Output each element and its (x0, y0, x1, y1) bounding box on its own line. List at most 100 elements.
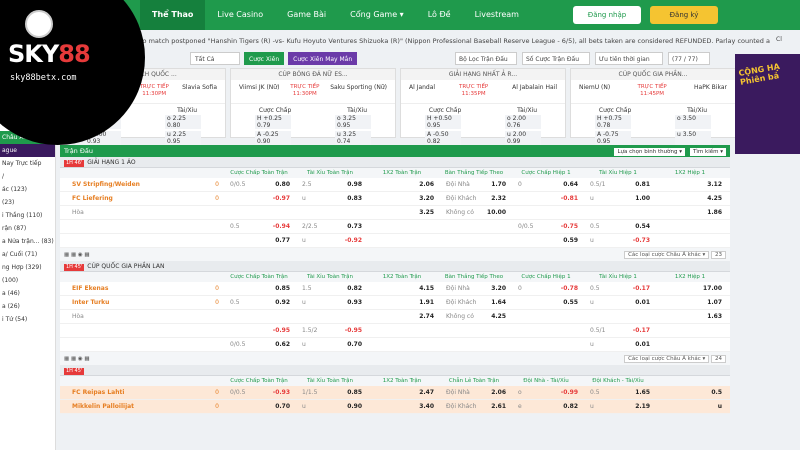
team-name[interactable]: FC Liefering (60, 195, 210, 202)
odds-value[interactable]: 4.25 (707, 195, 722, 202)
more-bets-select[interactable]: Các loại cược Châu Á khác ▾ (624, 250, 710, 259)
odds-cell[interactable]: 0.5 0.54 (584, 223, 656, 230)
sidebar-item[interactable]: (23) (0, 196, 55, 209)
league-header[interactable]: 1H 46' GIẢI HẠNG 1 ÁO (60, 157, 730, 168)
sidebar-item[interactable]: / (0, 170, 55, 183)
marquee-toggle[interactable]: Cl (776, 36, 800, 43)
odds-value[interactable]: 0.80 (275, 181, 290, 188)
odds-cell[interactable]: 0.5 0.92 (224, 299, 296, 306)
ou-odds[interactable]: o 2.00 0.76 (505, 115, 541, 129)
nav-card-games[interactable]: Game Bài (275, 0, 338, 30)
odds-cell[interactable]: 2.06 (368, 181, 440, 188)
odds-cell[interactable]: u 0.90 (296, 403, 368, 410)
odds-cell[interactable]: 0/0.5 0.80 (224, 181, 296, 188)
odds-cell[interactable]: 0/0.5 0.62 (224, 341, 296, 348)
odds-value[interactable]: 0.85 (347, 389, 362, 396)
live-card[interactable]: GIẢI HẠNG NHẤT Ả R... Al Jandal TRỰC TIẾP 1… (400, 68, 566, 145)
odds-cell[interactable]: 17.00 (656, 285, 728, 292)
odds-value[interactable]: 0.62 (275, 341, 290, 348)
odds-cell[interactable]: 0.59 (512, 237, 584, 244)
odds-cell[interactable]: 0 -0.78 (512, 285, 584, 292)
league-count-select[interactable]: (77 / 77) Giải (668, 52, 710, 76)
odds-value[interactable]: -0.95 (345, 327, 362, 334)
odds-cell[interactable]: 3.20 (368, 195, 440, 202)
ou-odds[interactable]: o 3.50 (675, 115, 711, 129)
odds-cell[interactable]: 0.55 (512, 299, 584, 306)
ou-odds[interactable]: o 3.25 0.95 (335, 115, 371, 129)
odds-value[interactable]: -0.73 (633, 237, 650, 244)
handicap-odds[interactable]: A -0.50 0.82 (425, 131, 461, 145)
odds-value[interactable]: 0.83 (347, 195, 362, 202)
sidebar-item[interactable]: Nay Trực tiếp (0, 157, 55, 170)
match-filter-select[interactable]: Bộ Lọc Trận Đấu (455, 52, 517, 65)
odds-value[interactable]: 0.70 (275, 403, 290, 410)
odds-value[interactable]: 1.07 (707, 299, 722, 306)
sidebar-item[interactable]: ng Hợp (329) (0, 261, 55, 274)
odds-value[interactable]: -0.81 (561, 195, 578, 202)
sidebar-item[interactable]: (100) (0, 274, 55, 287)
all-filter[interactable]: Tất Cả (190, 52, 240, 65)
search-select[interactable]: Tìm kiếm ▾ (690, 147, 726, 156)
odds-cell[interactable]: Đội Nhà 3.20 (440, 285, 512, 292)
team-name[interactable]: Hòa (60, 313, 210, 320)
register-button[interactable]: Đăng ký (650, 6, 718, 24)
promo-banner[interactable]: CỘNG HẠ Phiên bả (735, 54, 800, 154)
team-name[interactable]: FC Reipas Lahti (60, 389, 210, 396)
odds-cell[interactable]: 1.86 (656, 209, 728, 216)
odds-cell[interactable]: 1/1.5 0.85 (296, 389, 368, 396)
team-name[interactable]: EIF Ekenas (60, 285, 210, 292)
odds-cell[interactable]: u 0.01 (584, 341, 656, 348)
ou-odds[interactable]: u 3.50 (675, 131, 711, 145)
handicap-odds[interactable]: A -0.75 0.95 (595, 131, 631, 145)
odds-cell[interactable]: 0.5 1.65 (584, 389, 656, 396)
odds-cell[interactable]: 2/2.5 0.73 (296, 223, 368, 230)
odds-value[interactable]: 0.92 (275, 299, 290, 306)
odds-cell[interactable]: 3.40 (368, 403, 440, 410)
odds-cell[interactable]: 0.5 -0.17 (584, 285, 656, 292)
odds-cell[interactable]: 1.5 0.82 (296, 285, 368, 292)
ou-odds[interactable]: u 2.25 0.95 (165, 131, 201, 145)
odds-cell[interactable]: 0.5/1 0.81 (584, 181, 656, 188)
odds-cell[interactable]: o -0.99 (512, 389, 584, 396)
odds-cell[interactable]: u 0.83 (296, 195, 368, 202)
odds-cell[interactable]: Đội Nhà 1.70 (440, 181, 512, 188)
live-card[interactable]: CÚP QUỐC GIA PHẦN... NiemU (N) TRỰC TIẾP 11… (570, 68, 736, 145)
odds-value[interactable]: 4.15 (419, 285, 434, 292)
odds-cell[interactable]: e 0.82 (512, 403, 584, 410)
odds-value[interactable]: 0.01 (635, 299, 650, 306)
odds-value[interactable]: 0.70 (347, 341, 362, 348)
odds-cell[interactable]: 0.5 (656, 389, 728, 396)
odds-cell[interactable]: 0/0.5 -0.75 (512, 223, 584, 230)
sidebar-item[interactable]: a/ Cuối (71) (0, 248, 55, 261)
sidebar-item[interactable]: rận (87) (0, 222, 55, 235)
odds-cell[interactable]: -0.81 (512, 195, 584, 202)
odds-value[interactable]: 1.65 (635, 389, 650, 396)
odds-cell[interactable]: 0/0.5 -0.93 (224, 389, 296, 396)
odds-value[interactable]: 0.98 (347, 181, 362, 188)
league-header[interactable]: 1H 45' CÚP QUỐC GIA PHẦN LAN (60, 261, 730, 272)
handicap-odds[interactable]: A -0.25 0.90 (255, 131, 291, 145)
odds-value[interactable]: -0.17 (633, 327, 650, 334)
view-mode-select[interactable]: Lựa chọn bình thường ▾ (614, 147, 685, 156)
odds-cell[interactable]: 2.74 (368, 313, 440, 320)
odds-value[interactable]: 0.59 (563, 237, 578, 244)
odds-cell[interactable]: u 2.19 (584, 403, 656, 410)
more-bets-count[interactable]: 23 (711, 250, 726, 259)
odds-value[interactable]: 0.5 (711, 389, 722, 396)
odds-value[interactable]: 1.86 (707, 209, 722, 216)
odds-cell[interactable]: 2.5 0.98 (296, 181, 368, 188)
odds-value[interactable]: -0.78 (561, 285, 578, 292)
odds-cell[interactable]: 1.07 (656, 299, 728, 306)
odds-cell[interactable]: u (656, 403, 728, 410)
odds-cell[interactable]: u 1.00 (584, 195, 656, 202)
odds-value[interactable]: 0.93 (347, 299, 362, 306)
odds-value[interactable]: 2.19 (635, 403, 650, 410)
sidebar-item[interactable]: a (26) (0, 300, 55, 313)
odds-cell[interactable]: -0.95 (224, 327, 296, 334)
odds-value[interactable]: 0.73 (347, 223, 362, 230)
odds-value[interactable]: 2.74 (419, 313, 434, 320)
live-card[interactable]: CÚP BÓNG ĐÁ NỮ ES... Viimsi JK (Nữ) TRỰC T… (230, 68, 396, 145)
odds-cell[interactable]: Đội Khách 1.64 (440, 299, 512, 306)
odds-value[interactable]: 0.90 (347, 403, 362, 410)
odds-cell[interactable]: 3.12 (656, 181, 728, 188)
